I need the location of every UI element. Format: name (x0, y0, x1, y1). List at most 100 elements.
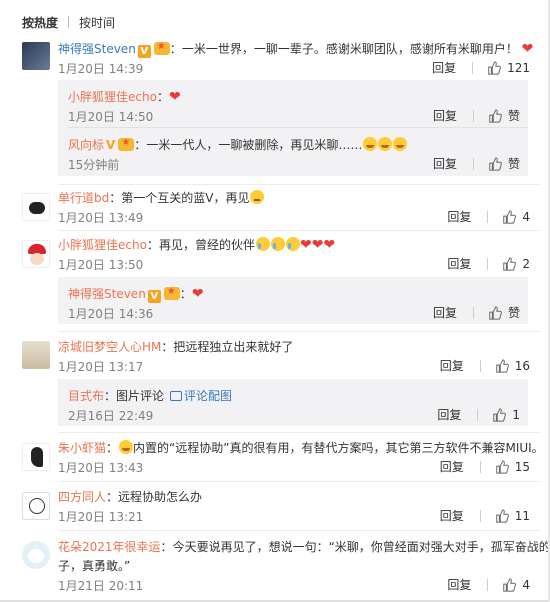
verified-badge-icon: V (106, 138, 116, 152)
reply-button[interactable]: 回复 (440, 507, 464, 524)
thumbs-up-icon (488, 60, 501, 75)
comment-line: 朱小虾猫： 内置的“远程协助”真的很有用，有替代方案吗，其它第三方软件不兼容MIU… (58, 439, 544, 456)
thumbs-up-icon (503, 209, 517, 224)
avatar[interactable] (22, 492, 50, 520)
reply-button[interactable]: 回复 (433, 107, 457, 124)
like-button[interactable]: 11 (495, 509, 530, 523)
like-button[interactable]: 赞 (488, 155, 520, 172)
like-button[interactable]: 2 (502, 257, 530, 271)
avatar[interactable] (22, 42, 50, 70)
reply-button[interactable]: 回复 (447, 255, 471, 272)
like-count: 1 (512, 407, 520, 422)
reply-button[interactable]: 回复 (433, 304, 457, 321)
reply-actions: 回复 赞 (433, 304, 520, 321)
separator: ： (134, 138, 147, 152)
username-link[interactable]: 凉城旧梦空人心HM (58, 340, 161, 354)
like-button[interactable]: 赞 (488, 304, 520, 321)
comment-actions: 回复 121 (432, 59, 530, 76)
reply-text: 图片评论 (116, 389, 165, 403)
comment-time: 1月20日 13:43 (58, 461, 144, 475)
heart-emoji-icon: ❤❤❤ (299, 237, 336, 253)
username-link[interactable]: 四方同人 (58, 490, 106, 504)
comment-actions: 回复 16 (440, 357, 530, 374)
username-link[interactable]: 朱小虾猫 (58, 441, 106, 455)
avatar[interactable] (22, 443, 50, 471)
comment-divider (58, 184, 540, 185)
username-link[interactable]: 小胖狐狸佳echo (68, 90, 157, 104)
reply-button[interactable]: 回复 (440, 357, 464, 374)
like-count: 2 (522, 256, 530, 271)
thumbs-up-icon (495, 459, 509, 474)
avatar[interactable] (22, 240, 50, 268)
emoji-icon (250, 190, 265, 204)
comment-divider (58, 481, 540, 482)
action-divider (479, 460, 481, 473)
sort-by-hot-tab[interactable]: 按热度 (22, 14, 58, 31)
reply-list: 小胖狐狸佳echo：❤ 1月20日 14:50 回复 赞 风向标V：一米一代人，… (58, 80, 528, 176)
comment-divider (58, 530, 540, 531)
action-divider (479, 359, 481, 372)
reply-button[interactable]: 回复 (447, 208, 471, 225)
reply-line: 小胖狐狸佳echo：❤ (68, 88, 181, 105)
username-link[interactable]: 花朵2021年很幸运 (58, 540, 161, 554)
reply-divider (68, 127, 528, 128)
reply-actions: 回复 赞 (433, 107, 520, 124)
action-divider (487, 210, 489, 223)
like-button[interactable]: 16 (495, 359, 530, 373)
reply-actions: 回复 赞 (433, 155, 520, 172)
like-count: 15 (514, 459, 530, 474)
comment-actions: 回复 2 (447, 255, 530, 272)
thumbs-up-icon (495, 358, 509, 373)
like-button[interactable]: 1 (492, 408, 520, 422)
comment-text: 远程协助怎么办 (118, 490, 203, 504)
image-icon (170, 391, 183, 401)
username-link[interactable]: 神得强Steven (58, 42, 136, 56)
separator: ： (109, 191, 122, 205)
comment-time: 1月20日 13:49 (58, 211, 144, 225)
reply-button[interactable]: 回复 (447, 576, 471, 593)
crying-emoji-icon (270, 237, 285, 251)
username-link[interactable]: 小胖狐狸佳echo (58, 238, 147, 252)
comment-text: 第一个互关的蓝V，再见 (121, 191, 250, 205)
username-link[interactable]: 风向标 (68, 138, 104, 152)
view-image-link[interactable]: 评论配图 (184, 389, 232, 403)
like-button[interactable]: 121 (487, 61, 530, 75)
laugh-emoji-icon (378, 137, 393, 151)
like-count: 121 (507, 60, 530, 75)
like-button[interactable]: 4 (502, 210, 530, 224)
comment-line: 神得强StevenV：一米一世界，一聊一辈子。感谢米聊团队，感谢所有米聊用户！ … (58, 40, 533, 58)
reply-button[interactable]: 回复 (433, 155, 457, 172)
like-label: 赞 (507, 157, 520, 171)
heart-emoji-icon: ❤ (168, 89, 181, 105)
thumbs-up-icon (503, 577, 517, 592)
comment-text: 内置的“远程协助”真的很有用，有替代方案吗，其它第三方软件不兼容MIUI。 (133, 441, 544, 455)
comment-time: 1月20日 14:39 (58, 62, 144, 76)
comment-divider (58, 432, 540, 433)
comment-line: 单行道bd：第一个互关的蓝V，再见 (58, 189, 265, 206)
like-label: 赞 (507, 109, 520, 123)
reply-time: 1月20日 14:50 (68, 110, 154, 124)
username-link[interactable]: 目式布 (68, 389, 104, 403)
comment-actions: 回复 15 (440, 458, 530, 475)
comment-line: 小胖狐狸佳echo：再见，曾经的伙伴 ❤❤❤ (58, 236, 335, 253)
action-divider (479, 509, 481, 522)
crying-emoji-icon (285, 237, 300, 251)
like-button[interactable]: 4 (502, 578, 530, 592)
action-divider (477, 408, 479, 421)
avatar[interactable] (22, 341, 50, 369)
comment-text: 再见，曾经的伙伴 (158, 238, 255, 252)
avatar[interactable] (22, 541, 50, 569)
reply-time: 2月16日 22:49 (68, 409, 154, 423)
username-link[interactable]: 单行道bd (58, 191, 109, 205)
avatar[interactable] (22, 193, 50, 221)
like-button[interactable]: 赞 (488, 107, 520, 124)
reply-button[interactable]: 回复 (440, 458, 464, 475)
reply-button[interactable]: 回复 (437, 406, 461, 423)
reply-button[interactable]: 回复 (432, 59, 456, 76)
sort-by-time-tab[interactable]: 按时间 (79, 14, 115, 31)
username-link[interactable]: 神得强Steven (68, 287, 146, 301)
like-button[interactable]: 15 (495, 460, 530, 474)
like-count: 4 (522, 209, 530, 224)
action-divider (487, 578, 489, 591)
thumbs-up-icon (493, 407, 507, 422)
